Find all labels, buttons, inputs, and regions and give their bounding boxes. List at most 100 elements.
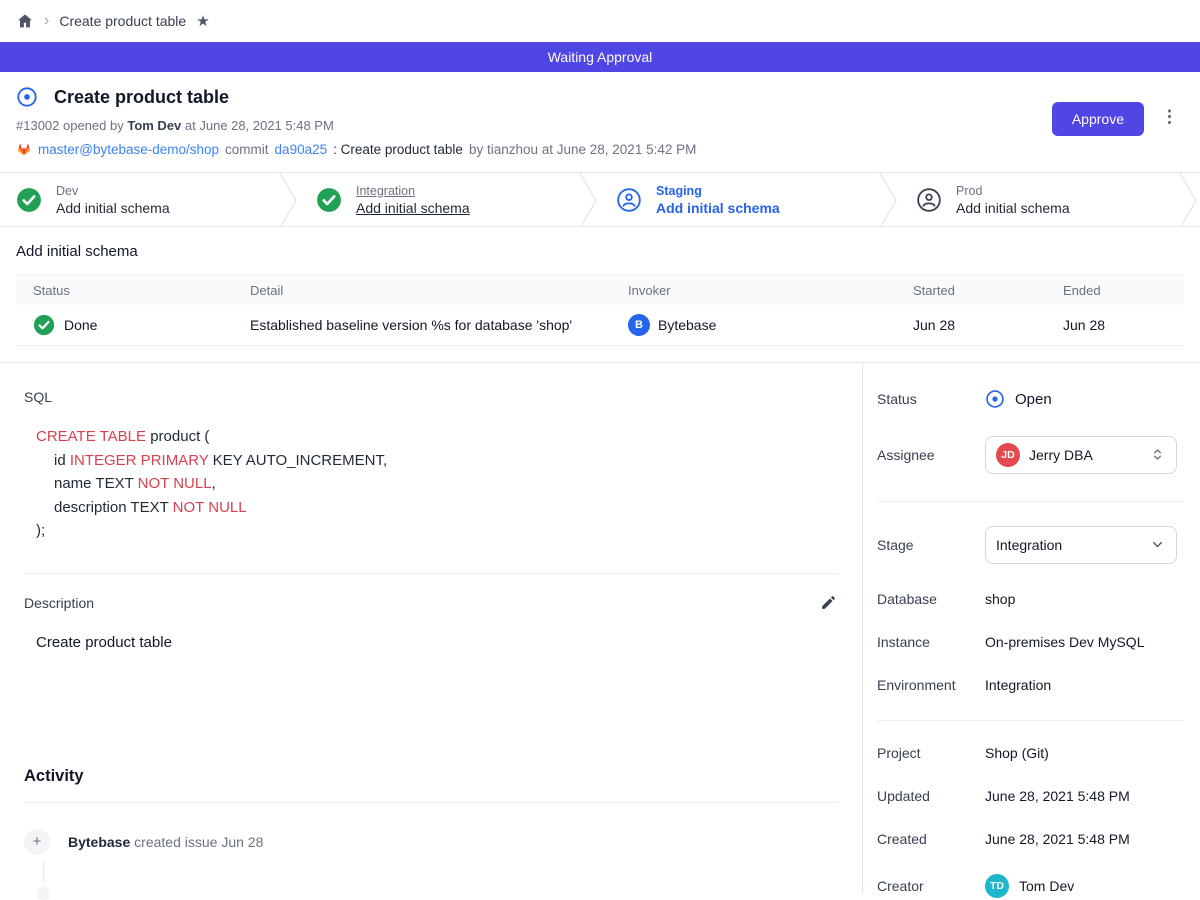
instance-value: On-premises Dev MySQL [985, 634, 1144, 650]
col-detail: Detail [233, 283, 611, 298]
issue-author: Tom Dev [127, 118, 181, 133]
task-started-text: Jun 28 [896, 317, 1046, 333]
page-title: Create product table [54, 87, 229, 108]
stage-item-prod[interactable]: Prod Add initial schema [900, 173, 1178, 226]
updated-row: Updated June 28, 2021 5:48 PM [877, 788, 1184, 804]
updated-label: Updated [877, 788, 985, 804]
approve-button[interactable]: Approve [1052, 102, 1144, 136]
col-started: Started [896, 283, 1046, 298]
stage-active-person-icon [616, 187, 642, 213]
creator-label: Creator [877, 878, 985, 894]
stage-separator-icon [1178, 173, 1200, 227]
done-check-icon [33, 314, 55, 336]
project-label: Project [877, 745, 985, 761]
stage-env-label: Integration [356, 184, 470, 198]
task-section: Add initial schema Status Detail Invoker… [0, 227, 1200, 346]
activity-actor: Bytebase [68, 834, 130, 850]
stage-separator-icon [878, 173, 900, 227]
divider [877, 501, 1184, 502]
activity-action: created issue Jun 28 [134, 834, 263, 850]
assignee-avatar: JD [996, 443, 1020, 467]
plus-icon: + [24, 829, 50, 855]
task-detail-text: Established baseline version %s for data… [233, 317, 611, 333]
updated-value: June 28, 2021 5:48 PM [985, 788, 1130, 804]
issue-meta: #13002 opened by Tom Dev at June 28, 202… [16, 118, 1184, 133]
open-status-icon [985, 389, 1005, 409]
edit-pencil-icon[interactable] [820, 594, 838, 612]
sql-line: id INTEGER PRIMARY KEY AUTO_INCREMENT, [36, 449, 838, 473]
stage-item-staging[interactable]: Staging Add initial schema [600, 173, 878, 226]
activity-item: + Bytebase created issue Jun 28 [24, 829, 838, 855]
project-row: Project Shop (Git) [877, 745, 1184, 761]
assignee-select[interactable]: JD Jerry DBA [985, 436, 1177, 474]
stage-env-label: Staging [656, 184, 780, 198]
stage-env-label: Dev [56, 184, 170, 198]
description-label: Description [24, 595, 94, 611]
issue-meta-prefix: #13002 opened by [16, 118, 124, 133]
stage-row: Stage Integration [877, 526, 1184, 564]
database-label: Database [877, 591, 985, 607]
creator-row: Creator TD Tom Dev [877, 874, 1184, 898]
stage-value: Integration [996, 537, 1141, 553]
chevron-down-icon [1150, 537, 1166, 553]
col-invoker: Invoker [611, 283, 896, 298]
task-heading: Add initial schema [16, 243, 1184, 260]
environment-label: Environment [877, 677, 985, 693]
issue-header: Create product table #13002 opened by To… [0, 72, 1200, 172]
project-value: Shop (Git) [985, 745, 1049, 761]
pipeline: Dev Add initial schema Integration Add i… [0, 172, 1200, 227]
divider [877, 720, 1184, 721]
home-icon[interactable] [16, 12, 34, 30]
approval-banner: Waiting Approval [0, 42, 1200, 72]
activity-heading: Activity [24, 767, 838, 786]
environment-row: Environment Integration [877, 677, 1184, 693]
breadcrumb-chevron-icon: › [44, 13, 49, 29]
commit-byline: by tianzhou at June 28, 2021 5:42 PM [469, 142, 696, 157]
commit-hash-link[interactable]: da90a25 [275, 142, 328, 157]
database-value: shop [985, 591, 1015, 607]
gitlab-icon [16, 141, 32, 157]
commit-message: : Create product table [333, 142, 463, 157]
task-table-header: Status Detail Invoker Started Ended [16, 274, 1184, 305]
issue-sidebar: Status Open Assignee JD Jerry DBA Stage [862, 363, 1200, 894]
creator-avatar: TD [985, 874, 1009, 898]
database-row: Database shop [877, 591, 1184, 607]
stage-done-icon [316, 187, 342, 213]
status-row: Status Open [877, 389, 1184, 409]
breadcrumb-current: Create product table [59, 13, 186, 29]
timeline-connector [43, 861, 44, 883]
created-label: Created [877, 831, 985, 847]
divider [24, 573, 838, 574]
chevron-updown-icon [1150, 447, 1166, 463]
col-ended: Ended [1046, 283, 1184, 298]
sql-line: CREATE TABLE product ( [36, 425, 838, 449]
description-text: Create product table [36, 634, 838, 651]
breadcrumb: › Create product table ★ [0, 0, 1200, 42]
sql-line: name TEXT NOT NULL, [36, 472, 838, 496]
stage-item-dev[interactable]: Dev Add initial schema [0, 173, 278, 226]
environment-value: Integration [985, 677, 1051, 693]
favorite-star-icon[interactable]: ★ [196, 12, 209, 30]
commit-line: master@bytebase-demo/shop commit da90a25… [16, 141, 1184, 157]
stage-pending-person-icon [916, 187, 942, 213]
issue-main-panel: SQL CREATE TABLE product ( id INTEGER PR… [0, 363, 862, 894]
instance-row: Instance On-premises Dev MySQL [877, 634, 1184, 650]
stage-done-icon [16, 187, 42, 213]
stage-task-label: Add initial schema [56, 200, 170, 216]
status-value: Open [1015, 391, 1052, 408]
kebab-menu-icon[interactable]: ⋮ [1161, 108, 1178, 127]
col-status: Status [16, 283, 233, 298]
repo-link[interactable]: master@bytebase-demo/shop [38, 142, 219, 157]
task-status-text: Done [64, 317, 97, 333]
task-ended-text: Jun 28 [1046, 317, 1184, 333]
invoker-avatar: B [628, 314, 650, 336]
assignee-row: Assignee JD Jerry DBA [877, 436, 1184, 474]
stage-env-label: Prod [956, 184, 1070, 198]
assignee-label: Assignee [877, 447, 985, 463]
assignee-name: Jerry DBA [1029, 447, 1141, 463]
table-row[interactable]: Done Established baseline version %s for… [16, 305, 1184, 346]
creator-value: Tom Dev [1019, 878, 1074, 894]
stage-item-integration[interactable]: Integration Add initial schema [300, 173, 578, 226]
sql-line: ); [36, 519, 838, 543]
stage-select[interactable]: Integration [985, 526, 1177, 564]
